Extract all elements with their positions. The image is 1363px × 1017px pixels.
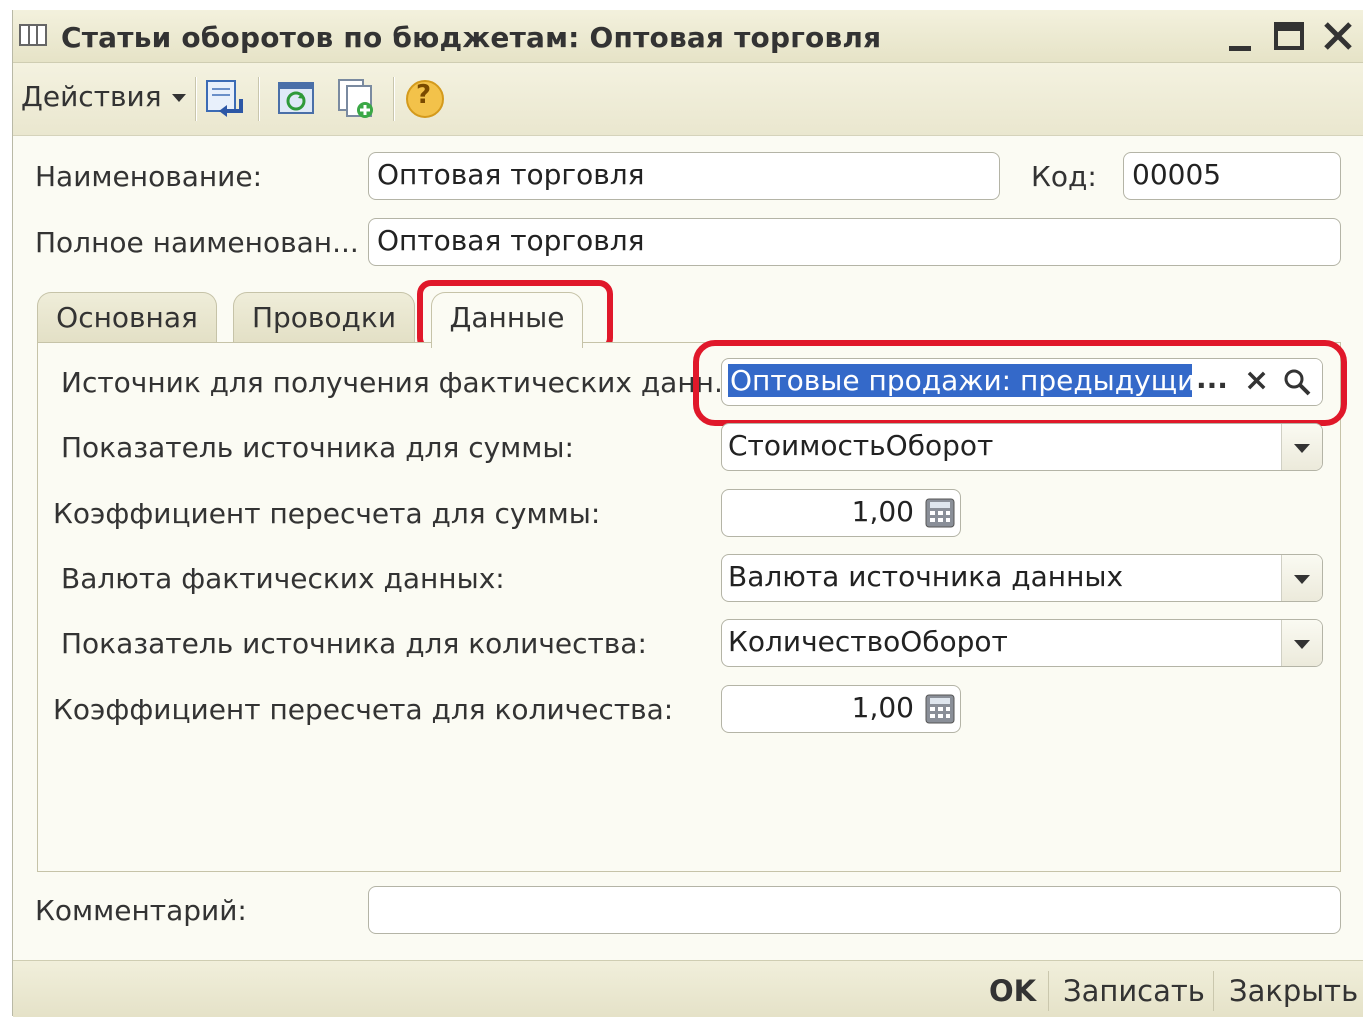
tab-osnovnaya[interactable]: Основная [37, 292, 217, 342]
calculator-icon[interactable] [924, 694, 956, 724]
toolbar: Действия ? [13, 63, 1363, 136]
currency-value: Валюта источника данных [728, 560, 1124, 593]
help-icon[interactable]: ? [403, 77, 447, 121]
sum-coef-label: Коэффициент пересчета для суммы: [53, 497, 601, 530]
chevron-down-icon[interactable] [1281, 620, 1322, 666]
copy-add-icon[interactable] [335, 77, 379, 121]
sum-indicator-value: СтоимостьОборот [728, 429, 994, 462]
clear-button[interactable]: × [1244, 359, 1269, 403]
table-icon [19, 24, 47, 46]
sum-indicator-select[interactable]: СтоимостьОборот [721, 423, 1323, 471]
name-input[interactable]: Оптовая торговля [368, 152, 1000, 200]
currency-label: Валюта фактических данных: [61, 562, 505, 595]
select-button[interactable]: ... [1196, 359, 1228, 401]
code-input[interactable]: 00005 [1123, 152, 1341, 200]
button-separator [1213, 971, 1214, 1011]
tab-label: Данные [449, 301, 565, 334]
code-label: Код: [1031, 160, 1097, 193]
refresh-icon[interactable] [275, 77, 319, 121]
minimize-icon[interactable] [1223, 18, 1263, 54]
title-bar: Статьи оборотов по бюджетам: Оптовая тор… [13, 10, 1363, 63]
window-title: Статьи оборотов по бюджетам: Оптовая тор… [61, 21, 882, 54]
chevron-down-icon[interactable] [1281, 424, 1322, 470]
actions-label: Действия [21, 80, 162, 113]
tab-dannye[interactable]: Данные [431, 292, 583, 348]
toolbar-separator [258, 77, 260, 121]
source-buttons: ... × [1192, 359, 1322, 405]
toolbar-separator [195, 77, 197, 121]
qty-coef-value: 1,00 [851, 691, 914, 724]
source-value: Оптовые продажи: предыдущий м [728, 364, 1246, 397]
qty-indicator-value: КоличествоОборот [728, 625, 1008, 658]
qty-coef-input[interactable]: 1,00 [721, 685, 961, 733]
chevron-down-icon [171, 94, 186, 102]
search-icon[interactable] [1282, 367, 1312, 397]
source-input[interactable]: Оптовые продажи: предыдущий м ... × [721, 358, 1323, 406]
close-button[interactable]: Закрыть [1229, 971, 1358, 1011]
data-tab-panel [37, 342, 1341, 872]
chevron-down-icon[interactable] [1281, 555, 1322, 601]
comment-input[interactable] [368, 886, 1341, 934]
tab-label: Проводки [251, 301, 397, 334]
maximize-icon[interactable] [1270, 18, 1310, 54]
close-icon[interactable] [1318, 18, 1358, 54]
save-button[interactable]: Записать [1063, 971, 1205, 1011]
ok-button[interactable]: OK [989, 971, 1036, 1011]
button-separator [1048, 971, 1049, 1011]
source-label: Источник для получения фактических данн.… [61, 366, 741, 399]
help-glyph: ? [416, 80, 432, 110]
toolbar-separator [393, 77, 395, 121]
sum-coef-input[interactable]: 1,00 [721, 489, 961, 537]
qty-indicator-select[interactable]: КоличествоОборот [721, 619, 1323, 667]
dialog-window: Статьи оборотов по бюджетам: Оптовая тор… [12, 10, 1363, 1017]
name-label: Наименование: [35, 160, 263, 193]
qty-coef-label: Коэффициент пересчета для количества: [53, 693, 674, 726]
actions-menu-button[interactable]: Действия [21, 77, 188, 117]
qty-indicator-label: Показатель источника для количества: [61, 627, 647, 660]
sum-indicator-label: Показатель источника для суммы: [61, 431, 574, 464]
fullname-label: Полное наименован... [35, 226, 359, 259]
fullname-input[interactable]: Оптовая торговля [368, 218, 1341, 266]
arrow-down-left-icon[interactable] [203, 77, 247, 121]
sum-coef-value: 1,00 [851, 495, 914, 528]
bottom-button-bar: OK Записать Закрыть [13, 960, 1363, 1017]
tab-provodki[interactable]: Проводки [233, 292, 415, 342]
comment-label: Комментарий: [35, 894, 247, 927]
calculator-icon[interactable] [924, 498, 956, 528]
tab-label: Основная [56, 301, 198, 334]
currency-select[interactable]: Валюта источника данных [721, 554, 1323, 602]
